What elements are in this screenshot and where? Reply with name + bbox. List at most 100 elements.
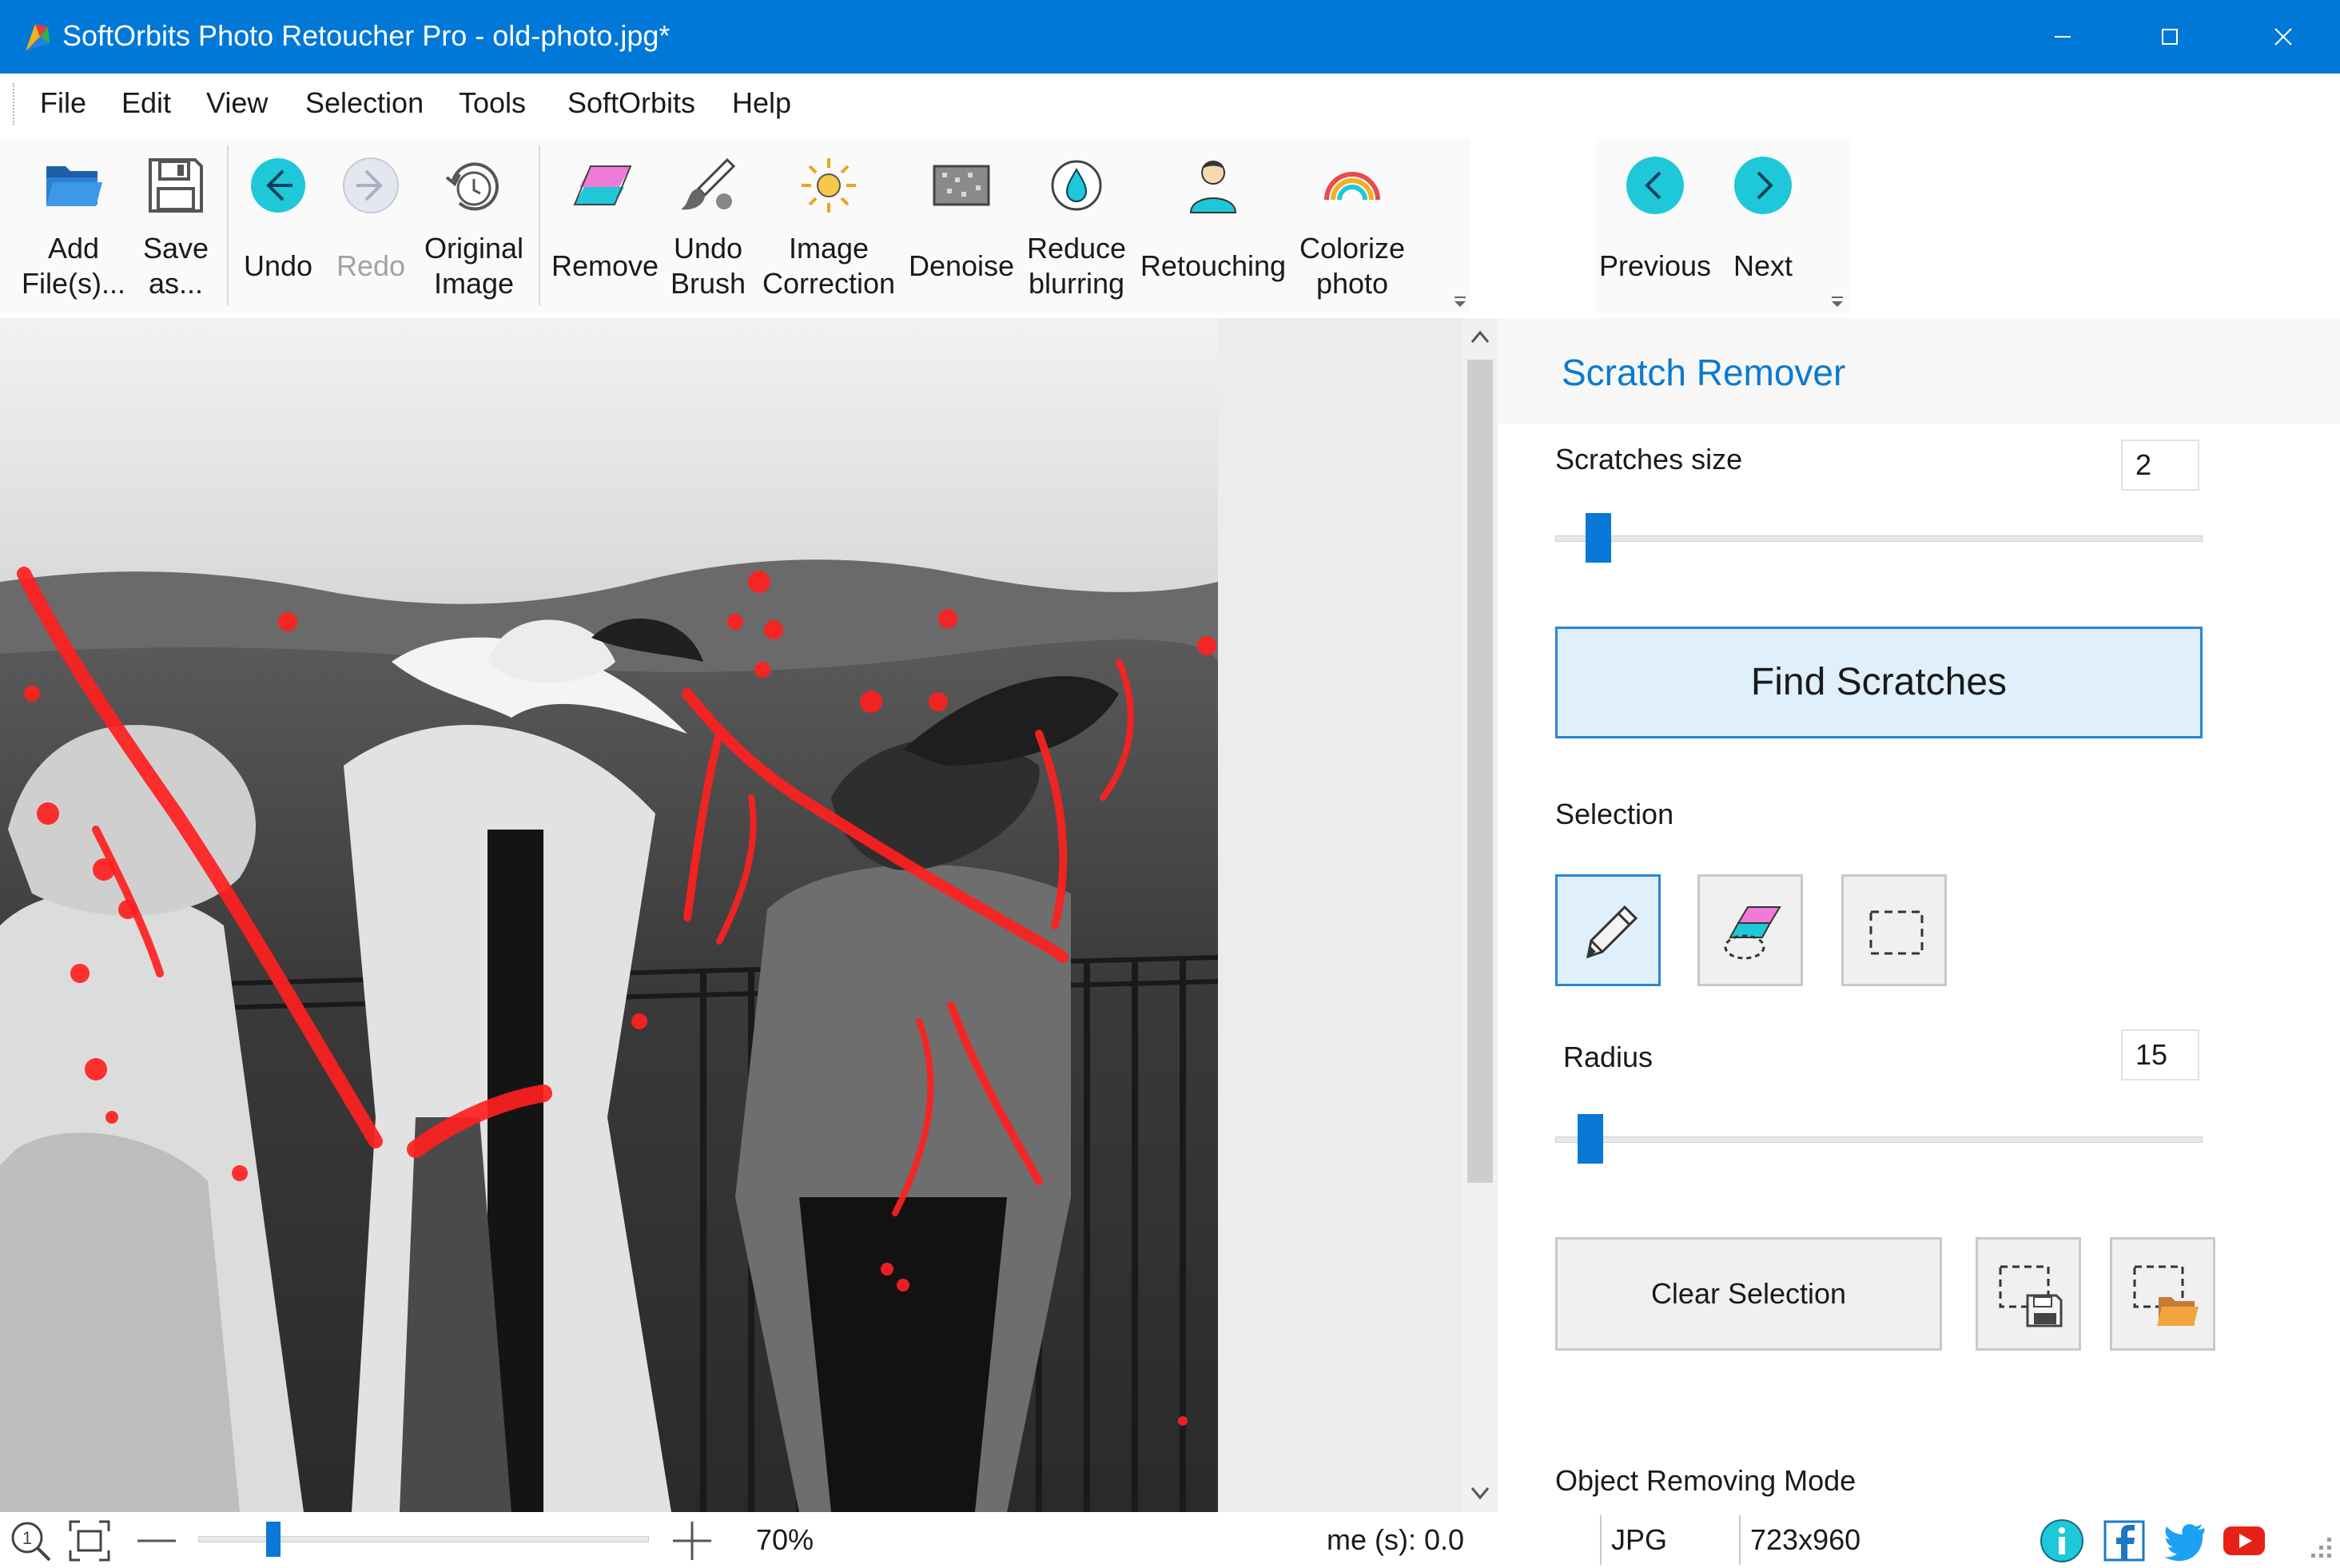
undo-brush-button[interactable]: Undo Brush bbox=[668, 137, 748, 313]
zoom-slider-thumb[interactable] bbox=[266, 1522, 281, 1557]
svg-text:1: 1 bbox=[22, 1528, 32, 1548]
denoise-button[interactable]: Denoise bbox=[909, 137, 1014, 313]
radius-slider-thumb[interactable] bbox=[1578, 1114, 1603, 1164]
eraser-icon bbox=[573, 165, 632, 205]
water-drop-icon bbox=[1051, 160, 1102, 211]
add-files-button[interactable]: Add File(s)... bbox=[18, 137, 129, 313]
photo-image[interactable] bbox=[0, 318, 1218, 1512]
retouching-button[interactable]: Retouching bbox=[1138, 137, 1288, 313]
panel-header: Scratch Remover bbox=[1498, 318, 2340, 424]
close-icon bbox=[2274, 28, 2292, 46]
undo-button[interactable]: Undo bbox=[238, 137, 318, 313]
denoise-label: Denoise bbox=[908, 249, 1015, 282]
undo-label: Undo bbox=[243, 249, 313, 282]
zoom-in-icon[interactable] bbox=[670, 1518, 714, 1563]
rect-select-icon bbox=[1869, 910, 1924, 955]
panel-title: Scratch Remover bbox=[1562, 352, 1846, 393]
pencil-icon bbox=[1586, 905, 1638, 959]
window-title: SoftOrbits Photo Retoucher Pro - old-pho… bbox=[62, 19, 671, 52]
menu-selection[interactable]: Selection bbox=[305, 85, 424, 121]
menu-softorbits[interactable]: SoftOrbits bbox=[567, 85, 695, 121]
scratches-size-slider-track[interactable] bbox=[1555, 535, 2203, 542]
rainbow-icon bbox=[1324, 172, 1380, 201]
menu-tools[interactable]: Tools bbox=[459, 85, 526, 121]
zoom-out-icon[interactable] bbox=[134, 1518, 179, 1563]
add-files-label-1: Add bbox=[47, 232, 100, 265]
redo-label: Redo bbox=[336, 249, 406, 282]
scrollbar-thumb[interactable] bbox=[1467, 360, 1493, 1183]
minimize-icon bbox=[2055, 36, 2071, 38]
save-as-button[interactable]: Save as... bbox=[136, 137, 216, 313]
undo-brush-label-1: Undo bbox=[673, 232, 743, 265]
scratches-size-label: Scratches size bbox=[1555, 443, 1743, 476]
previous-label: Previous bbox=[1598, 249, 1712, 282]
menu-file[interactable]: File bbox=[40, 85, 86, 121]
chevron-left-circle-icon bbox=[1626, 157, 1684, 214]
rect-select-button[interactable] bbox=[1841, 874, 1947, 986]
info-icon[interactable] bbox=[2040, 1518, 2084, 1563]
reduce-blurring-label-1: Reduce bbox=[1026, 232, 1127, 265]
resize-grip-icon[interactable] bbox=[2295, 1518, 2335, 1563]
save-as-label-1: Save bbox=[142, 232, 209, 265]
reduce-blurring-button[interactable]: Reduce blurring bbox=[1025, 137, 1128, 313]
clear-selection-button[interactable]: Clear Selection bbox=[1555, 1237, 1942, 1351]
noise-icon bbox=[933, 165, 990, 206]
next-label: Next bbox=[1733, 249, 1793, 282]
twitter-icon[interactable] bbox=[2163, 1518, 2207, 1563]
next-button[interactable]: Next bbox=[1723, 137, 1803, 313]
image-dimensions: 723x960 bbox=[1750, 1523, 1861, 1556]
reduce-blurring-label-2: blurring bbox=[1028, 267, 1125, 300]
scratches-size-input[interactable]: 2 bbox=[2121, 440, 2199, 491]
status-separator bbox=[1600, 1515, 1602, 1565]
facebook-icon[interactable] bbox=[2102, 1518, 2147, 1563]
pencil-select-button[interactable] bbox=[1555, 874, 1661, 986]
remove-label: Remove bbox=[551, 249, 659, 282]
redo-button[interactable]: Redo bbox=[331, 137, 411, 313]
title-bar: SoftOrbits Photo Retoucher Pro - old-pho… bbox=[0, 0, 2340, 74]
maximize-button[interactable] bbox=[2116, 0, 2223, 74]
scratches-size-slider-thumb[interactable] bbox=[1586, 513, 1611, 563]
canvas-vertical-scrollbar[interactable] bbox=[1462, 318, 1498, 1512]
menu-grip bbox=[13, 83, 16, 125]
find-scratches-button[interactable]: Find Scratches bbox=[1555, 627, 2203, 738]
image-correction-button[interactable]: Image Correction bbox=[761, 137, 897, 313]
radius-input[interactable]: 15 bbox=[2121, 1029, 2199, 1080]
arrow-right-circle-icon bbox=[343, 157, 399, 213]
toolbar-main-group: Add File(s)... Save as... Undo Redo Orig… bbox=[0, 137, 1470, 313]
image-correction-label-1: Image bbox=[788, 232, 870, 265]
menu-edit[interactable]: Edit bbox=[121, 85, 171, 121]
save-icon bbox=[149, 158, 203, 213]
radius-slider-track[interactable] bbox=[1555, 1136, 2203, 1143]
eraser-icon bbox=[1724, 906, 1781, 960]
folder-open-icon bbox=[46, 166, 102, 206]
toolbar-overflow-icon[interactable] bbox=[1451, 294, 1469, 312]
colorize-photo-label-2: photo bbox=[1315, 267, 1389, 300]
toolbar-overflow-icon[interactable] bbox=[1829, 294, 1846, 312]
menu-view[interactable]: View bbox=[206, 85, 268, 121]
save-selection-button[interactable] bbox=[1976, 1237, 2081, 1351]
colorize-photo-button[interactable]: Colorize photo bbox=[1295, 137, 1410, 313]
remove-button[interactable]: Remove bbox=[550, 137, 660, 313]
scroll-down-icon[interactable] bbox=[1467, 1478, 1493, 1507]
arrow-left-circle-icon bbox=[251, 158, 305, 213]
app-logo-icon bbox=[26, 24, 50, 51]
original-image-label-1: Original bbox=[424, 232, 524, 265]
zoom-actual-size-icon[interactable]: 1 bbox=[8, 1518, 53, 1563]
fit-to-screen-icon[interactable] bbox=[67, 1518, 112, 1563]
scratch-remover-panel: Scratch Remover Scratches size 2 Find Sc… bbox=[1498, 318, 2340, 1512]
toolbar-nav-group: Previous Next bbox=[1595, 137, 1851, 313]
menu-help[interactable]: Help bbox=[732, 85, 791, 121]
original-image-button[interactable]: Original Image bbox=[422, 137, 526, 313]
selection-label: Selection bbox=[1555, 798, 1674, 830]
close-button[interactable] bbox=[2230, 0, 2337, 74]
youtube-icon[interactable] bbox=[2222, 1518, 2266, 1563]
radius-label: Radius bbox=[1563, 1041, 1654, 1073]
clock-reset-icon bbox=[445, 162, 499, 211]
scroll-up-icon[interactable] bbox=[1467, 323, 1493, 352]
load-selection-button[interactable] bbox=[2110, 1237, 2215, 1351]
save-selection-icon bbox=[1999, 1265, 2063, 1327]
minimize-button[interactable] bbox=[2009, 0, 2116, 74]
eraser-select-button[interactable] bbox=[1697, 874, 1803, 986]
image-canvas[interactable] bbox=[0, 318, 1462, 1512]
previous-button[interactable]: Previous bbox=[1595, 137, 1715, 313]
